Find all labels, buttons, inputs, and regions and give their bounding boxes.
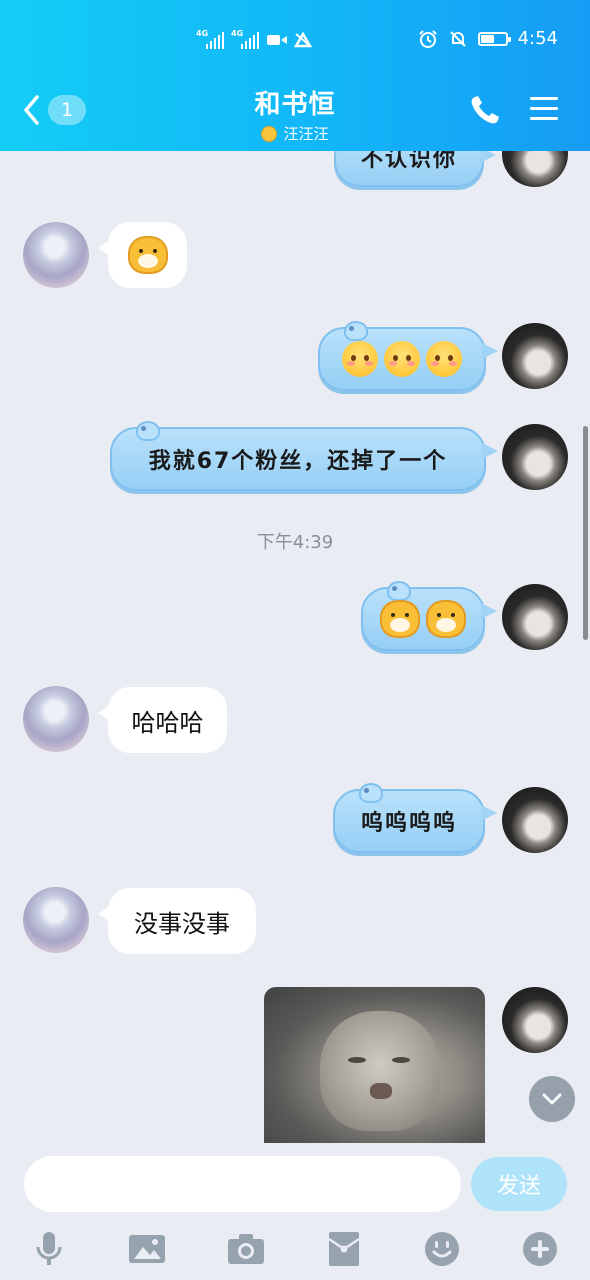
input-bar: 发送 (0, 1143, 590, 1280)
more-button[interactable] (520, 1229, 560, 1269)
mic-icon (36, 1232, 62, 1265)
my-avatar[interactable] (502, 584, 568, 650)
image-message[interactable] (264, 987, 485, 1143)
message-input[interactable] (24, 1156, 461, 1212)
clock: 4:54 (517, 28, 558, 49)
message-bubble-peer[interactable] (98, 222, 187, 288)
mute-bell-icon (449, 30, 466, 47)
message-bubble-peer[interactable]: 没事没事 (98, 888, 256, 954)
chevron-down-icon (542, 1093, 562, 1105)
send-button[interactable]: 发送 (471, 1157, 567, 1211)
message-bubble-mine[interactable]: 我就67个粉丝，还掉了一个 (110, 421, 498, 491)
my-avatar[interactable] (502, 987, 568, 1053)
chat-subtitle: 汪汪汪 (261, 123, 329, 144)
blush-emoji-icon (342, 341, 378, 377)
camera-icon (228, 1234, 264, 1264)
alarm-icon (418, 29, 437, 48)
subtitle-text: 汪汪汪 (283, 125, 329, 143)
my-avatar[interactable] (502, 424, 568, 490)
input-toolbar (0, 1225, 590, 1273)
status-icons-left: 4G 4G (196, 30, 313, 50)
emoji-button[interactable] (422, 1229, 462, 1269)
photo-button[interactable] (127, 1229, 167, 1269)
phone-icon[interactable] (466, 92, 506, 128)
peer-avatar[interactable] (23, 222, 89, 288)
message-bubble-mine[interactable]: 不认识你 (334, 151, 496, 187)
plus-icon (523, 1232, 557, 1266)
red-packet-icon (328, 1232, 360, 1266)
status-bar: 4G 4G 4:54 (0, 0, 590, 80)
scrollbar-thumb[interactable] (583, 426, 588, 640)
message-text: 不认识你 (360, 151, 457, 172)
voice-button[interactable] (29, 1229, 69, 1269)
peer-avatar[interactable] (23, 686, 89, 752)
message-bubble-peer[interactable]: 哈哈哈 (98, 687, 227, 753)
message-text: 没事没事 (134, 909, 230, 938)
video-call-icon (267, 35, 287, 45)
pallas-cat-image (320, 1011, 440, 1131)
message-bubble-mine[interactable] (361, 581, 497, 651)
dog-emoji-icon (127, 236, 168, 274)
image-icon (129, 1235, 165, 1263)
message-text: 我就67个粉丝，还掉了一个 (148, 449, 448, 474)
message-text: 呜呜呜呜 (360, 811, 457, 836)
battery-icon (477, 31, 511, 46)
my-avatar[interactable] (502, 323, 568, 389)
dog-icon (261, 125, 278, 142)
red-packet-button[interactable] (324, 1229, 364, 1269)
data-saver-icon (293, 31, 313, 48)
peer-avatar[interactable] (23, 887, 89, 953)
emoji-icon (425, 1232, 459, 1266)
my-avatar[interactable] (502, 787, 568, 853)
signal-icon-2: 4G (231, 30, 261, 50)
blush-emoji-icon (426, 341, 462, 377)
menu-icon[interactable] (528, 94, 560, 124)
my-avatar[interactable] (502, 151, 568, 187)
status-icons-right: 4:54 (418, 28, 558, 49)
message-timestamp: 下午4:39 (256, 532, 334, 553)
dog-emoji-icon (426, 600, 466, 638)
signal-icon: 4G (196, 30, 226, 50)
chat-header: 4G 4G 4:54 1 和书恒 汪汪汪 (0, 0, 590, 151)
message-bubble-mine[interactable]: 呜呜呜呜 (333, 783, 497, 853)
message-bubble-mine[interactable] (318, 321, 498, 391)
scroll-to-bottom-button[interactable] (529, 1076, 575, 1122)
blush-emoji-icon (384, 341, 420, 377)
dog-emoji-icon (380, 600, 420, 638)
camera-button[interactable] (226, 1229, 266, 1269)
message-text: 哈哈哈 (131, 708, 204, 737)
message-list[interactable]: 不认识你 我就67个粉丝，还掉了一个 下午4:39 哈哈哈 呜呜呜呜 没事没事 (0, 151, 590, 1143)
